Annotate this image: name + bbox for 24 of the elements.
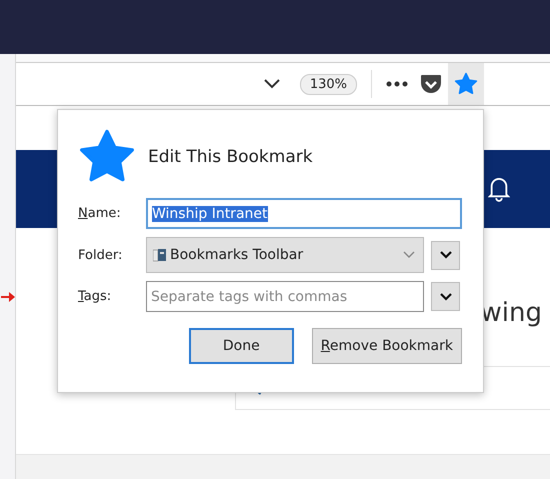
chevron-down-icon: [440, 292, 452, 300]
chevron-down-icon[interactable]: [264, 79, 280, 89]
heading-text: wing: [480, 298, 542, 328]
expand-button[interactable]: [431, 240, 460, 270]
field-label: Name:: [78, 206, 122, 221]
tags-field[interactable]: Separate tags with commas: [146, 281, 424, 312]
chevron-down-icon: [440, 251, 452, 259]
pocket-icon[interactable]: [420, 74, 442, 94]
star-icon: [454, 72, 478, 96]
bell-icon[interactable]: [488, 175, 510, 203]
done-button[interactable]: Done: [188, 328, 294, 364]
zoom-level-button[interactable]: 130%: [300, 74, 357, 94]
expand-button[interactable]: [431, 282, 460, 311]
field-label: Tags:: [78, 289, 112, 304]
arrow-icon: [1, 292, 15, 302]
folder-icon: [153, 248, 167, 262]
chevron-down-icon: [403, 251, 415, 259]
bookmark-star-button[interactable]: [448, 63, 484, 105]
folder-dropdown[interactable]: Bookmarks Toolbar: [146, 237, 424, 273]
name-field[interactable]: Winship Intranet: [146, 198, 462, 229]
popup-title: Edit This Bookmark: [148, 147, 313, 167]
field-label: Folder:: [78, 248, 124, 262]
remove-bookmark-button[interactable]: Remove Bookmark: [312, 328, 462, 364]
more-icon[interactable]: [386, 81, 408, 87]
